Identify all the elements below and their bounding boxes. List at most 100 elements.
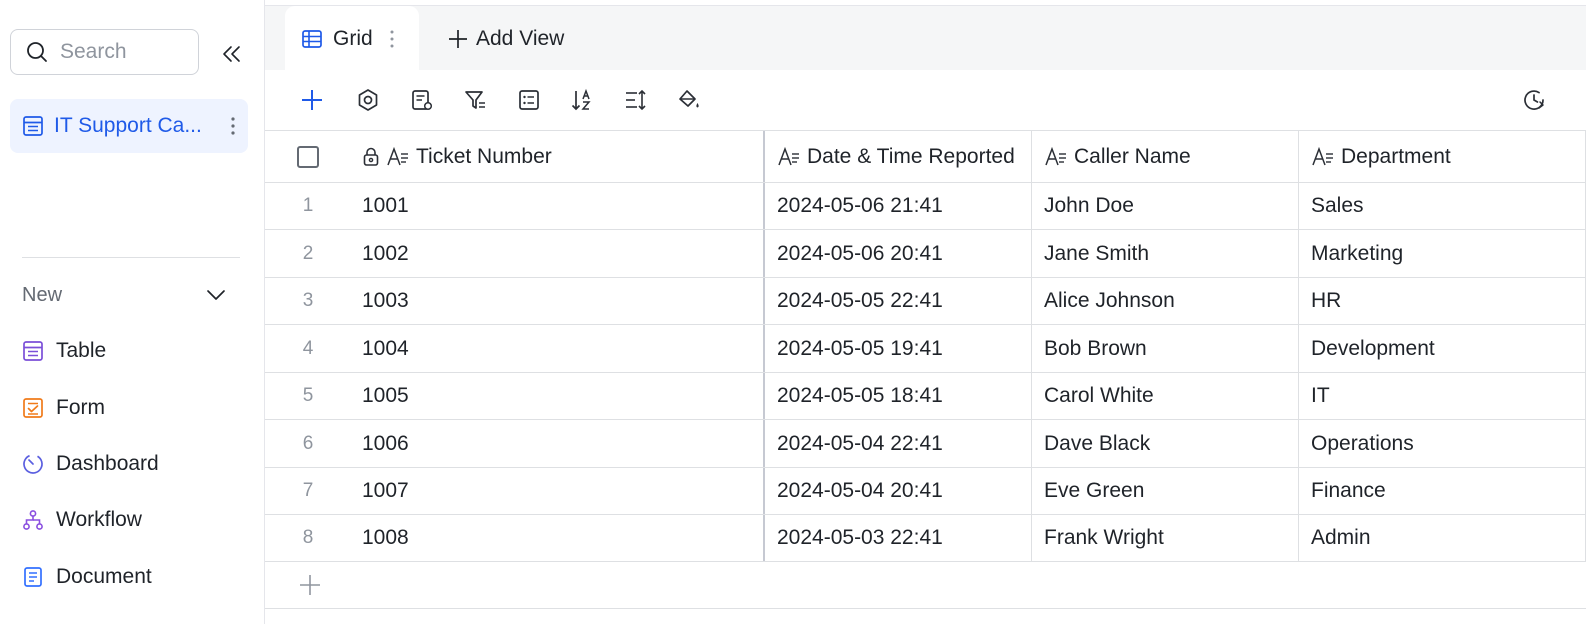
row-index: 5: [302, 385, 314, 406]
caller-name-cell[interactable]: Frank Wright: [1032, 515, 1299, 561]
caller-name-cell[interactable]: Bob Brown: [1032, 325, 1299, 372]
history-icon[interactable]: [1521, 87, 1547, 113]
table-row[interactable]: 2 1002 2024-05-06 20:41 Jane Smith Marke…: [265, 230, 1586, 278]
plus-icon: [448, 29, 468, 49]
table-row[interactable]: 1 1001 2024-05-06 21:41 John Doe Sales: [265, 183, 1586, 230]
add-row-icon[interactable]: [299, 574, 321, 596]
department-cell[interactable]: Operations: [1299, 420, 1586, 467]
create-dashboard-item[interactable]: Dashboard: [22, 447, 159, 481]
row-index: 4: [302, 337, 314, 359]
field-settings-icon[interactable]: [409, 87, 435, 113]
add-record-icon[interactable]: [299, 87, 325, 113]
department-cell[interactable]: IT: [1299, 373, 1586, 419]
add-row-bar: [265, 562, 1586, 609]
date-time-cell[interactable]: 2024-05-06 20:41: [765, 230, 1032, 277]
create-item-label: Document: [56, 565, 152, 588]
date-time-cell[interactable]: 2024-05-05 22:41: [765, 278, 1032, 324]
department-cell[interactable]: Finance: [1299, 468, 1586, 514]
sort-icon[interactable]: [569, 87, 595, 113]
column-header-label: Ticket Number: [416, 144, 552, 168]
column-header-label: Caller Name: [1074, 144, 1191, 168]
select-all-checkbox[interactable]: [297, 145, 319, 168]
text-field-icon: [777, 146, 801, 167]
tab-label: Grid: [333, 26, 373, 50]
add-view-button[interactable]: Add View: [448, 6, 564, 71]
search-box[interactable]: [10, 29, 199, 75]
create-document-item[interactable]: Document: [22, 560, 152, 594]
create-item-label: Dashboard: [56, 452, 159, 475]
caller-name-cell[interactable]: Alice Johnson: [1032, 278, 1299, 324]
sidebar-item-it-support[interactable]: IT Support Ca...: [10, 99, 248, 153]
table-row[interactable]: 4 1004 2024-05-05 19:41 Bob Brown Develo…: [265, 325, 1586, 373]
create-workflow-item[interactable]: Workflow: [22, 503, 142, 537]
date-time-cell[interactable]: 2024-05-05 18:41: [765, 373, 1032, 419]
sidebar: IT Support Ca... New Table Form Dashboar…: [0, 0, 265, 624]
caller-name-cell[interactable]: Eve Green: [1032, 468, 1299, 514]
group-icon[interactable]: [516, 87, 542, 113]
collapse-sidebar-icon[interactable]: [218, 40, 246, 68]
table-row[interactable]: 3 1003 2024-05-05 22:41 Alice Johnson HR: [265, 278, 1586, 325]
grid-header-row: Ticket Number Date & Time Reported Calle…: [265, 130, 1586, 183]
text-field-icon: [1044, 146, 1068, 167]
create-table-item[interactable]: Table: [22, 334, 106, 368]
row-index: 8: [302, 527, 314, 548]
row-height-icon[interactable]: [623, 87, 649, 113]
chevron-down-icon: [206, 289, 226, 301]
ticket-number-cell[interactable]: 1008: [351, 515, 765, 561]
date-time-cell[interactable]: 2024-05-04 22:41: [765, 420, 1032, 467]
department-cell[interactable]: Marketing: [1299, 230, 1586, 277]
department-cell[interactable]: Sales: [1299, 183, 1586, 229]
table-icon: [22, 340, 44, 362]
table-row[interactable]: 8 1008 2024-05-03 22:41 Frank Wright Adm…: [265, 515, 1586, 562]
department-cell[interactable]: Development: [1299, 325, 1586, 372]
add-view-label: Add View: [476, 26, 565, 50]
ticket-number-cell[interactable]: 1006: [351, 420, 765, 467]
column-header-department[interactable]: Department: [1299, 131, 1586, 182]
fill-color-icon[interactable]: [676, 87, 702, 113]
document-icon: [22, 566, 44, 588]
lock-icon: [362, 147, 380, 167]
ticket-number-cell[interactable]: 1005: [351, 373, 765, 419]
table-row[interactable]: 5 1005 2024-05-05 18:41 Carol White IT: [265, 373, 1586, 420]
table-row[interactable]: 7 1007 2024-05-04 20:41 Eve Green Financ…: [265, 468, 1586, 515]
column-header-date-time[interactable]: Date & Time Reported: [765, 131, 1032, 182]
toolbar: [265, 70, 1586, 130]
tab-grid[interactable]: Grid: [285, 6, 419, 71]
table-row[interactable]: 6 1006 2024-05-04 22:41 Dave Black Opera…: [265, 420, 1586, 468]
ticket-number-cell[interactable]: 1001: [351, 183, 765, 229]
filter-icon[interactable]: [462, 87, 488, 113]
row-index: 6: [302, 432, 314, 454]
column-header-ticket-number[interactable]: Ticket Number: [351, 131, 765, 182]
caller-name-cell[interactable]: Jane Smith: [1032, 230, 1299, 277]
date-time-cell[interactable]: 2024-05-05 19:41: [765, 325, 1032, 372]
view-tab-bar: Grid Add View: [265, 5, 1586, 71]
text-field-icon: [386, 146, 410, 167]
date-time-cell[interactable]: 2024-05-06 21:41: [765, 183, 1032, 229]
search-input[interactable]: [60, 40, 170, 64]
settings-icon[interactable]: [355, 87, 381, 113]
header-checkbox-cell: [265, 131, 351, 182]
text-field-icon: [1311, 146, 1335, 167]
department-cell[interactable]: HR: [1299, 278, 1586, 324]
dashboard-icon: [22, 453, 44, 475]
ticket-number-cell[interactable]: 1004: [351, 325, 765, 372]
create-form-item[interactable]: Form: [22, 391, 105, 425]
table-icon: [22, 115, 44, 137]
caller-name-cell[interactable]: Dave Black: [1032, 420, 1299, 467]
new-section-toggle[interactable]: New: [22, 280, 226, 310]
department-cell[interactable]: Admin: [1299, 515, 1586, 561]
more-options-icon[interactable]: [230, 116, 236, 136]
ticket-number-cell[interactable]: 1007: [351, 468, 765, 514]
ticket-number-cell[interactable]: 1003: [351, 278, 765, 324]
ticket-number-cell[interactable]: 1002: [351, 230, 765, 277]
form-icon: [22, 397, 44, 419]
new-section-label: New: [22, 283, 63, 306]
column-header-caller-name[interactable]: Caller Name: [1032, 131, 1299, 182]
row-index: 7: [302, 480, 314, 501]
date-time-cell[interactable]: 2024-05-03 22:41: [765, 515, 1032, 561]
date-time-cell[interactable]: 2024-05-04 20:41: [765, 468, 1032, 514]
sidebar-item-label: IT Support Ca...: [54, 114, 202, 137]
caller-name-cell[interactable]: Carol White: [1032, 373, 1299, 419]
tab-more-icon[interactable]: [389, 29, 395, 49]
caller-name-cell[interactable]: John Doe: [1032, 183, 1299, 229]
